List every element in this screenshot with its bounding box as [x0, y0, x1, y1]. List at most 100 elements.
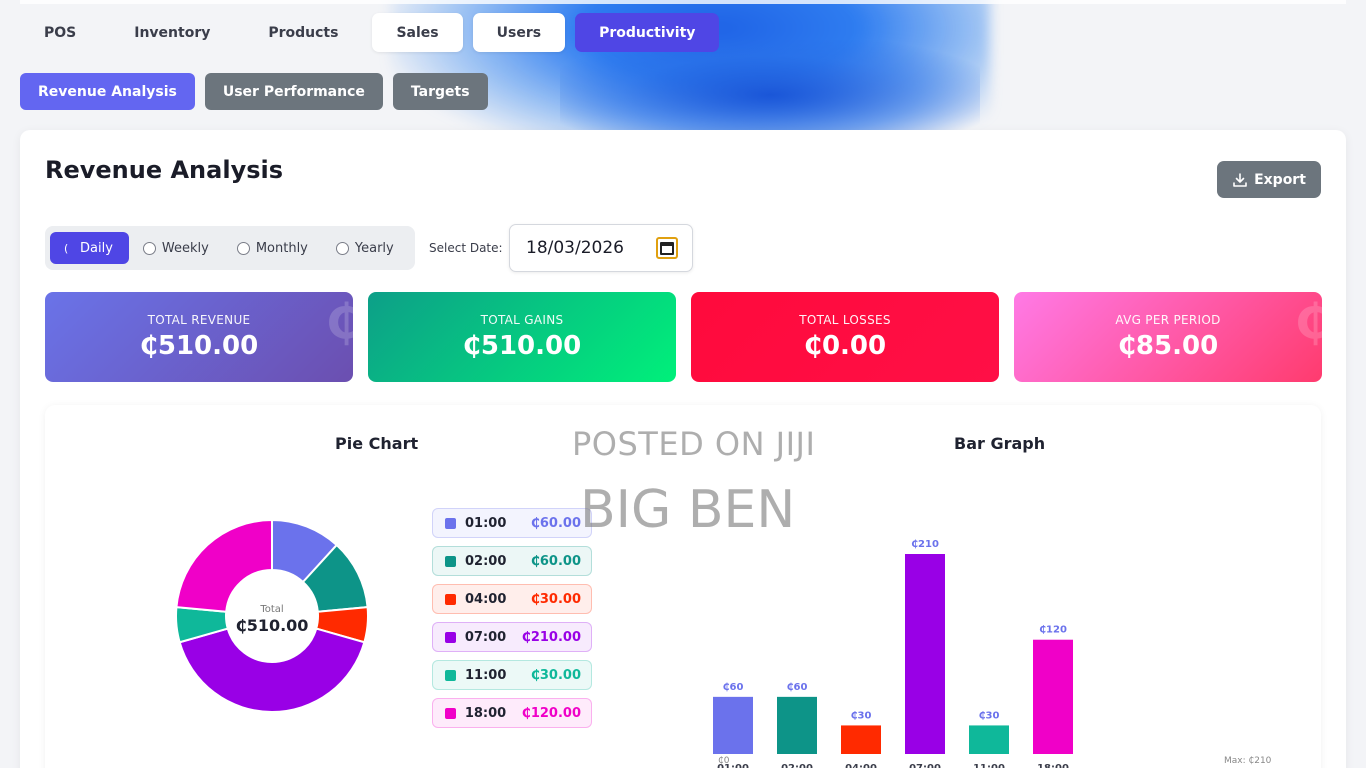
top-bar — [20, 0, 1346, 4]
radio-icon — [236, 241, 250, 255]
period-daily[interactable]: ( Daily — [50, 232, 129, 264]
stat-total-gains: TOTAL GAINS ₵510.00 — [368, 292, 676, 382]
bar-value-label: ₵60 — [723, 682, 744, 693]
stat-value: ₵0.00 — [803, 331, 887, 361]
download-icon — [1233, 172, 1247, 187]
pie-slice — [175, 518, 273, 613]
bar-value-label: ₵30 — [979, 710, 1000, 721]
currency-icon: ₵ — [1294, 294, 1322, 350]
legend-value: ₵30.00 — [530, 667, 581, 683]
pie-center-value: ₵510.00 — [236, 616, 309, 635]
legend-item: 18:00 ₵120.00 — [432, 698, 592, 728]
period-label: Weekly — [161, 240, 209, 256]
bar-category-label: 07:00 — [909, 763, 941, 768]
bar-category-label: 11:00 — [973, 763, 1005, 768]
stat-label: TOTAL LOSSES — [799, 313, 891, 327]
legend-time: 11:00 — [465, 667, 507, 683]
main-nav: POS Inventory Products Sales Users Produ… — [20, 13, 720, 52]
stat-label: TOTAL GAINS — [480, 313, 564, 327]
bar — [841, 725, 881, 754]
legend-swatch — [445, 555, 456, 567]
legend-swatch — [445, 669, 456, 681]
bar — [969, 725, 1009, 754]
legend-value: ₵60.00 — [530, 515, 581, 531]
bar-value-label: ₵120 — [1039, 625, 1067, 636]
subtab-user-performance[interactable]: User Performance — [204, 73, 383, 110]
export-label: Export — [1254, 171, 1306, 188]
legend-value: ₵30.00 — [530, 591, 581, 607]
bar-value-label: ₵60 — [787, 682, 808, 693]
stat-label: AVG PER PERIOD — [1115, 313, 1221, 327]
legend-item: 01:00 ₵60.00 — [432, 508, 592, 538]
bar-category-label: 02:00 — [781, 763, 813, 768]
bar — [1033, 639, 1073, 754]
legend-item: 07:00 ₵210.00 — [432, 622, 592, 652]
tab-products[interactable]: Products — [244, 13, 362, 52]
period-label: Monthly — [255, 240, 308, 256]
tab-users[interactable]: Users — [472, 13, 566, 52]
tab-productivity[interactable]: Productivity — [575, 13, 720, 52]
subtab-revenue-analysis[interactable]: Revenue Analysis — [20, 73, 195, 110]
bar — [777, 696, 817, 754]
stats-row: ₵ TOTAL REVENUE ₵510.00 TOTAL GAINS ₵510… — [45, 292, 1322, 382]
period-monthly[interactable]: Monthly — [223, 232, 322, 264]
legend-swatch — [445, 631, 456, 643]
stat-value: ₵85.00 — [1117, 331, 1219, 361]
pie-center-label: Total — [259, 604, 283, 615]
export-button[interactable]: Export — [1217, 161, 1321, 198]
legend-swatch — [445, 593, 456, 605]
date-input[interactable]: 18/03/2026 — [509, 224, 693, 272]
stat-total-losses: TOTAL LOSSES ₵0.00 — [691, 292, 999, 382]
bar-axis-min-label: ₵0 — [718, 756, 730, 766]
legend-item: 02:00 ₵60.00 — [432, 546, 592, 576]
watermark-line2: BIG BEN — [580, 480, 796, 540]
sub-nav: Revenue Analysis User Performance Target… — [20, 73, 488, 110]
stat-label: TOTAL REVENUE — [147, 313, 251, 327]
bar-axis-max-label: Max: ₵210 — [1224, 756, 1272, 766]
calendar-icon[interactable] — [656, 237, 678, 259]
radio-icon — [142, 241, 156, 255]
legend-value: ₵60.00 — [530, 553, 581, 569]
stat-total-revenue: ₵ TOTAL REVENUE ₵510.00 — [45, 292, 353, 382]
tab-sales[interactable]: Sales — [372, 13, 463, 52]
watermark-line1: POSTED ON JIJI — [572, 425, 816, 463]
legend-item: 04:00 ₵30.00 — [432, 584, 592, 614]
stat-avg-per-period: ₵ AVG PER PERIOD ₵85.00 — [1014, 292, 1322, 382]
pie-slice — [178, 627, 366, 713]
period-yearly[interactable]: Yearly — [322, 232, 408, 264]
legend-time: 04:00 — [465, 591, 507, 607]
tab-pos[interactable]: POS — [20, 13, 100, 52]
legend-item: 11:00 ₵30.00 — [432, 660, 592, 690]
legend-swatch — [445, 707, 456, 719]
pie-chart: Total₵510.00 — [175, 518, 369, 713]
bar-category-label: 04:00 — [845, 763, 877, 768]
bar-value-label: ₵30 — [851, 710, 872, 721]
page-title: Revenue Analysis — [45, 156, 284, 184]
bar-chart-title: Bar Graph — [954, 434, 1046, 453]
pie-legend: 01:00 ₵60.00 02:00 ₵60.00 04:00 ₵30.00 07:00 ₵2… — [432, 508, 592, 728]
period-weekly[interactable]: Weekly — [129, 232, 223, 264]
period-label: Yearly — [354, 240, 394, 256]
radio-checked-icon: ( — [64, 241, 69, 255]
bar — [713, 696, 753, 754]
legend-value: ₵210.00 — [521, 629, 581, 645]
stat-value: ₵510.00 — [462, 331, 582, 361]
stat-value: ₵510.00 — [139, 331, 259, 361]
pie-chart-title: Pie Chart — [335, 434, 419, 453]
currency-icon: ₵ — [325, 294, 353, 350]
period-selector: ( Daily Weekly Monthly Yearly — [45, 226, 415, 270]
radio-icon — [335, 241, 349, 255]
legend-value: ₵120.00 — [521, 705, 581, 721]
legend-time: 07:00 — [464, 629, 507, 645]
legend-time: 18:00 — [464, 705, 507, 721]
tab-inventory[interactable]: Inventory — [110, 13, 234, 52]
legend-time: 02:00 — [465, 553, 507, 569]
bar — [905, 554, 945, 754]
period-label: Daily — [80, 240, 113, 256]
date-label: Select Date: — [429, 241, 503, 255]
legend-time: 01:00 — [465, 515, 507, 531]
bar-category-label: 18:00 — [1037, 763, 1069, 768]
date-value: 18/03/2026 — [526, 238, 624, 258]
bar-value-label: ₵210 — [911, 539, 939, 550]
subtab-targets[interactable]: Targets — [392, 73, 488, 110]
